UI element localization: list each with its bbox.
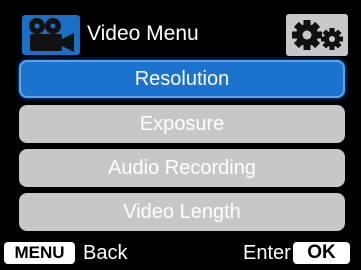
gear-icon[interactable] [286, 14, 348, 56]
menu-item-video-length[interactable]: Video Length [19, 193, 345, 231]
menu-item-audio-recording[interactable]: Audio Recording [19, 149, 345, 187]
menu-key-badge[interactable]: MENU [4, 242, 75, 264]
video-menu-screen: Video Menu Resolution Exposure Audio Rec… [0, 0, 361, 270]
page-title: Video Menu [87, 22, 199, 45]
video-camera-icon [22, 15, 80, 55]
enter-label: Enter [243, 242, 291, 264]
menu-item-resolution[interactable]: Resolution [19, 60, 345, 98]
menu-item-exposure[interactable]: Exposure [19, 105, 345, 143]
ok-key-badge[interactable]: OK [293, 242, 350, 264]
back-label: Back [83, 242, 128, 264]
